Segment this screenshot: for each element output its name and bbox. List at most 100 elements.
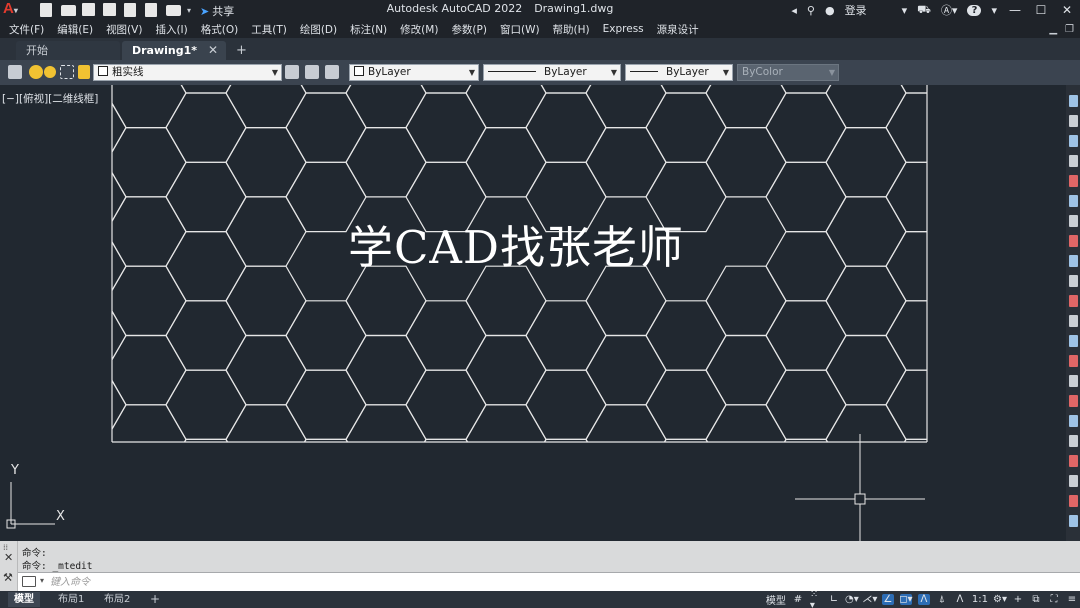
help-icon[interactable]: ? xyxy=(967,4,982,16)
bulb-icon[interactable] xyxy=(29,65,43,79)
layer-manager-icon[interactable] xyxy=(8,65,22,79)
match-layer-icon[interactable] xyxy=(305,65,319,79)
palette-tool-icon[interactable] xyxy=(1069,275,1078,287)
wrench-icon[interactable]: ⚒ xyxy=(3,571,13,584)
annotation-scale-icon[interactable]: ⴷ xyxy=(954,594,966,605)
layer-dropdown[interactable]: 粗实线 ▼ xyxy=(93,64,282,81)
maximize-icon[interactable]: ☐ xyxy=(1028,3,1054,17)
viewport-freeze-icon[interactable] xyxy=(60,65,74,79)
tab-layout2[interactable]: 布局2 xyxy=(98,592,136,607)
menu-format[interactable]: 格式(O) xyxy=(201,22,238,37)
palette-tool-icon[interactable] xyxy=(1069,135,1078,147)
palette-tool-icon[interactable] xyxy=(1069,475,1078,487)
color-dropdown[interactable]: ByLayer ▼ xyxy=(349,64,479,81)
tab-start[interactable]: 开始 xyxy=(16,41,120,60)
make-current-layer-icon[interactable] xyxy=(285,65,299,79)
auto-scale-icon[interactable]: ⍋ xyxy=(936,594,948,605)
ortho-icon[interactable]: ∟ xyxy=(828,594,840,605)
customize-menu-icon[interactable]: ≡ xyxy=(1066,594,1078,605)
palette-tool-icon[interactable] xyxy=(1069,255,1078,267)
palette-tool-icon[interactable] xyxy=(1069,215,1078,227)
menu-parametric[interactable]: 参数(P) xyxy=(451,22,487,37)
menu-tools[interactable]: 工具(T) xyxy=(251,22,287,37)
close-window-icon[interactable]: ✕ xyxy=(1054,3,1080,17)
palette-tool-icon[interactable] xyxy=(1069,495,1078,507)
add-layout-button[interactable]: + xyxy=(144,592,166,607)
palette-tool-icon[interactable] xyxy=(1069,455,1078,467)
layer-previous-icon[interactable] xyxy=(325,65,339,79)
hexagon-cell xyxy=(406,509,486,541)
object-snap-icon[interactable]: ◻▾ xyxy=(899,594,913,605)
palette-tool-icon[interactable] xyxy=(1069,395,1078,407)
hexagon-cell xyxy=(345,404,427,442)
hexagon-cell xyxy=(345,85,427,129)
lock-icon[interactable] xyxy=(78,65,90,79)
menu-edit[interactable]: 编辑(E) xyxy=(57,22,93,37)
isometric-icon[interactable]: ⋌▾ xyxy=(862,594,877,605)
viewport-controls-label[interactable]: [−][俯视][二维线框] xyxy=(2,91,98,106)
hexagon-cell xyxy=(540,85,592,94)
menu-draw[interactable]: 绘图(D) xyxy=(300,22,337,37)
cart-icon[interactable]: ⛟ xyxy=(917,3,931,18)
palette-tool-icon[interactable] xyxy=(1069,515,1078,527)
palette-tool-icon[interactable] xyxy=(1069,155,1078,167)
polar-icon[interactable]: ◔▾ xyxy=(845,594,859,605)
minimize-icon[interactable]: — xyxy=(1002,3,1028,17)
user-icon[interactable]: ● xyxy=(825,4,835,17)
doc-restore-icon[interactable]: ❐ xyxy=(1065,24,1074,35)
new-tab-button[interactable]: + xyxy=(236,41,247,60)
menu-help[interactable]: 帮助(H) xyxy=(553,22,590,37)
chevron-down-icon[interactable]: ▾ xyxy=(40,576,44,585)
lineweight-dropdown[interactable]: ByLayer ▼ xyxy=(625,64,733,81)
palette-tool-icon[interactable] xyxy=(1069,315,1078,327)
login-button[interactable]: 登录 xyxy=(845,2,867,18)
hexagon-cell xyxy=(183,438,229,442)
linetype-dropdown[interactable]: ByLayer ▼ xyxy=(483,64,621,81)
fullscreen-icon[interactable]: ⛶ xyxy=(1048,594,1060,605)
close-icon[interactable]: ✕ xyxy=(4,551,13,564)
menu-file[interactable]: 文件(F) xyxy=(9,22,44,37)
scale-button[interactable]: 1:1 xyxy=(972,594,988,605)
isolate-icon[interactable]: ⧉ xyxy=(1030,594,1042,605)
palette-tool-icon[interactable] xyxy=(1069,95,1078,107)
menu-yuanquan[interactable]: 源泉设计 xyxy=(657,22,699,37)
help-menu-chevron-icon[interactable]: ▾ xyxy=(991,4,997,17)
search-icon[interactable]: ⚲ xyxy=(807,4,815,17)
drawing-canvas[interactable]: [−][俯视][二维线框] 学CAD找张老师 Y X xyxy=(0,85,1066,541)
palette-tool-icon[interactable] xyxy=(1069,195,1078,207)
palette-tool-icon[interactable] xyxy=(1069,355,1078,367)
model-space-button[interactable]: 模型 xyxy=(766,592,786,607)
palette-tool-icon[interactable] xyxy=(1069,115,1078,127)
palette-tool-icon[interactable] xyxy=(1069,415,1078,427)
tab-layout1[interactable]: 布局1 xyxy=(52,592,90,607)
menu-modify[interactable]: 修改(M) xyxy=(400,22,438,37)
sun-icon[interactable] xyxy=(44,66,56,78)
hexagon-cell xyxy=(285,92,367,163)
menu-window[interactable]: 窗口(W) xyxy=(500,22,540,37)
chevron-down-icon[interactable]: ▾ xyxy=(902,4,908,17)
chevron-left-icon[interactable]: ◂ xyxy=(791,4,797,17)
plus-icon[interactable]: + xyxy=(1012,594,1024,605)
tab-model[interactable]: 模型 xyxy=(8,592,40,607)
palette-tool-icon[interactable] xyxy=(1069,335,1078,347)
command-input[interactable] xyxy=(50,575,650,589)
palette-tool-icon[interactable] xyxy=(1069,235,1078,247)
gear-icon[interactable]: ⚙▾ xyxy=(993,594,1007,605)
doc-minimize-icon[interactable]: ▁ xyxy=(1049,24,1057,35)
palette-tool-icon[interactable] xyxy=(1069,175,1078,187)
snap-icon[interactable]: ⁙▾ xyxy=(810,589,822,608)
menu-express[interactable]: Express xyxy=(603,23,644,35)
palette-tool-icon[interactable] xyxy=(1069,295,1078,307)
palette-tool-icon[interactable] xyxy=(1069,375,1078,387)
palette-tool-icon[interactable] xyxy=(1069,435,1078,447)
menu-insert[interactable]: 插入(I) xyxy=(155,22,187,37)
annotation-visibility-icon[interactable]: ⴷ xyxy=(917,594,930,605)
autodesk-a360-icon[interactable]: Ⓐ▾ xyxy=(941,2,958,18)
command-prompt-icon[interactable] xyxy=(22,576,36,587)
color-swatch xyxy=(354,66,364,76)
menu-view[interactable]: 视图(V) xyxy=(106,22,142,37)
object-snap-tracking-icon[interactable]: ∠ xyxy=(881,594,894,605)
close-tab-icon[interactable]: ✕ xyxy=(208,41,218,60)
grid-icon[interactable]: # xyxy=(792,594,804,605)
menu-dimension[interactable]: 标注(N) xyxy=(350,22,387,37)
